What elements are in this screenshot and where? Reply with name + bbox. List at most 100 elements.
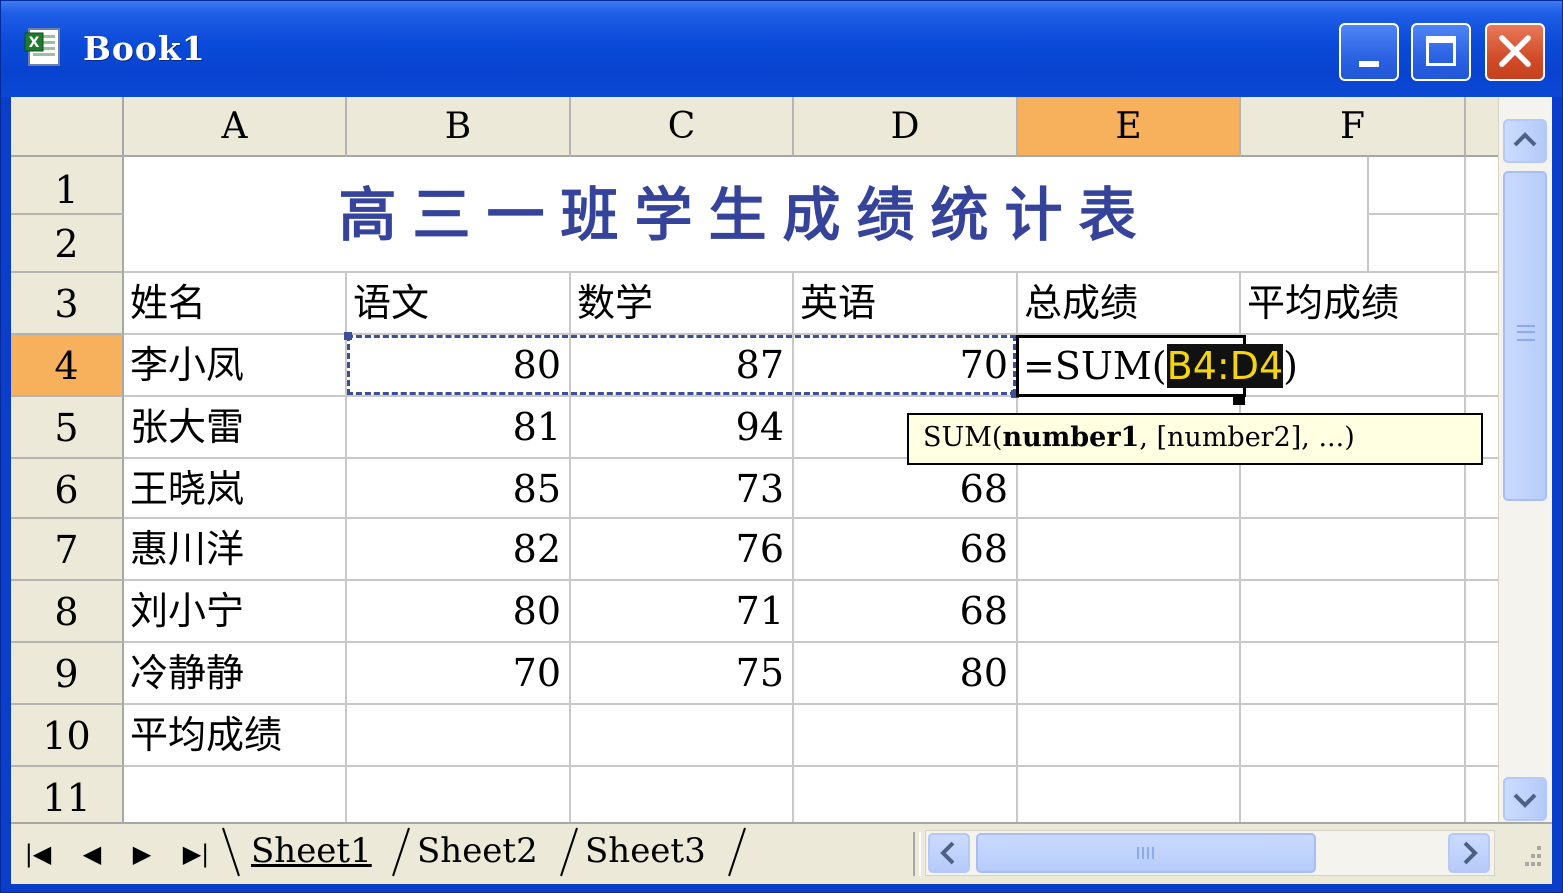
cell-g2[interactable]: [1466, 215, 1498, 273]
row-header-10[interactable]: 10: [11, 705, 124, 767]
cell-g6[interactable]: [1466, 459, 1498, 519]
cell-c3[interactable]: 数学: [571, 273, 794, 335]
cell-g4[interactable]: [1466, 335, 1498, 397]
row-header-2[interactable]: 2: [11, 215, 124, 273]
cell-a9[interactable]: 冷静静: [124, 643, 347, 705]
tab-split-handle[interactable]: [913, 832, 921, 876]
cell-e9[interactable]: [1018, 643, 1241, 705]
cell-c4[interactable]: 87: [571, 335, 794, 397]
column-header-f[interactable]: F: [1241, 97, 1466, 157]
horizontal-scrollbar[interactable]: [925, 830, 1495, 876]
cell-c11[interactable]: [571, 767, 794, 822]
tab-sheet3[interactable]: Sheet3: [585, 826, 706, 876]
cell-c5[interactable]: 94: [571, 397, 794, 459]
cell-a3[interactable]: 姓名: [124, 273, 347, 335]
cell-d8[interactable]: 68: [794, 581, 1018, 643]
cell-b3[interactable]: 语文: [347, 273, 571, 335]
cell-b5[interactable]: 81: [347, 397, 571, 459]
column-header-a[interactable]: A: [124, 97, 347, 157]
cell-f10[interactable]: [1241, 705, 1466, 767]
column-header-b[interactable]: B: [347, 97, 571, 157]
cell-d6[interactable]: 68: [794, 459, 1018, 519]
cell-d10[interactable]: [794, 705, 1018, 767]
cell-b7[interactable]: 82: [347, 519, 571, 581]
row-header-11[interactable]: 11: [11, 767, 124, 822]
column-header-d[interactable]: D: [794, 97, 1018, 157]
select-all-corner[interactable]: [11, 97, 124, 157]
tooltip-current-arg[interactable]: number1: [1002, 422, 1139, 453]
horizontal-scroll-thumb[interactable]: [976, 833, 1316, 873]
cell-f6[interactable]: [1241, 459, 1466, 519]
cell-b10[interactable]: [347, 705, 571, 767]
column-header-g[interactable]: [1466, 97, 1498, 157]
cell-f1[interactable]: [1369, 157, 1466, 215]
last-sheet-icon[interactable]: ▶|: [177, 834, 215, 874]
scroll-up-button[interactable]: [1503, 119, 1547, 163]
row-header-1[interactable]: 1: [11, 157, 124, 215]
row-header-7[interactable]: 7: [11, 519, 124, 581]
vertical-scrollbar[interactable]: [1498, 97, 1552, 822]
row-header-6[interactable]: 6: [11, 459, 124, 519]
cell-e7[interactable]: [1018, 519, 1241, 581]
cell-f8[interactable]: [1241, 581, 1466, 643]
vertical-scroll-thumb[interactable]: [1503, 171, 1547, 501]
cell-d3[interactable]: 英语: [794, 273, 1018, 335]
cell-e11[interactable]: [1018, 767, 1241, 822]
column-header-c[interactable]: C: [571, 97, 794, 157]
cell-e3[interactable]: 总成绩: [1018, 273, 1241, 335]
cell-f3[interactable]: 平均成绩: [1241, 273, 1466, 335]
cell-g11[interactable]: [1466, 767, 1498, 822]
fill-handle[interactable]: [1233, 395, 1245, 405]
title-banner-cell[interactable]: 高三一班学生成绩统计表: [124, 157, 1369, 273]
active-cell-e4-editor[interactable]: =SUM(B4:D4): [1016, 335, 1298, 397]
cell-c6[interactable]: 73: [571, 459, 794, 519]
cell-f7[interactable]: [1241, 519, 1466, 581]
cell-g1[interactable]: [1466, 157, 1498, 215]
next-sheet-icon[interactable]: ▶: [123, 834, 161, 874]
cell-e10[interactable]: [1018, 705, 1241, 767]
first-sheet-icon[interactable]: |◀: [19, 834, 57, 874]
cell-a11[interactable]: [124, 767, 347, 822]
column-header-e[interactable]: E: [1018, 97, 1241, 157]
title-bar[interactable]: X Book1: [1, 1, 1562, 97]
scroll-right-button[interactable]: [1448, 833, 1490, 873]
scroll-down-button[interactable]: [1503, 777, 1547, 821]
maximize-button[interactable]: [1411, 23, 1471, 81]
prev-sheet-icon[interactable]: ◀: [73, 834, 111, 874]
cell-a8[interactable]: 刘小宁: [124, 581, 347, 643]
cell-g10[interactable]: [1466, 705, 1498, 767]
cell-b4[interactable]: 80: [347, 335, 571, 397]
excel-icon[interactable]: X: [23, 27, 63, 67]
cell-c10[interactable]: [571, 705, 794, 767]
row-header-9[interactable]: 9: [11, 643, 124, 705]
row-header-3[interactable]: 3: [11, 273, 124, 335]
cell-a7[interactable]: 惠川洋: [124, 519, 347, 581]
minimize-button[interactable]: [1339, 23, 1399, 81]
tab-sheet1[interactable]: Sheet1: [251, 826, 372, 876]
cell-b8[interactable]: 80: [347, 581, 571, 643]
cell-d7[interactable]: 68: [794, 519, 1018, 581]
tab-sheet2[interactable]: Sheet2: [417, 826, 538, 876]
cell-g9[interactable]: [1466, 643, 1498, 705]
scroll-left-button[interactable]: [928, 833, 970, 873]
cell-b9[interactable]: 70: [347, 643, 571, 705]
cell-f11[interactable]: [1241, 767, 1466, 822]
resize-grip-icon[interactable]: [1511, 838, 1545, 874]
cell-f2[interactable]: [1369, 215, 1466, 273]
close-button[interactable]: [1485, 23, 1545, 81]
cell-g8[interactable]: [1466, 581, 1498, 643]
cell-d11[interactable]: [794, 767, 1018, 822]
cell-d4[interactable]: 70: [794, 335, 1018, 397]
cell-a5[interactable]: 张大雷: [124, 397, 347, 459]
cell-a4[interactable]: 李小凤: [124, 335, 347, 397]
cell-e8[interactable]: [1018, 581, 1241, 643]
cell-d9[interactable]: 80: [794, 643, 1018, 705]
cell-c9[interactable]: 75: [571, 643, 794, 705]
cell-b6[interactable]: 85: [347, 459, 571, 519]
cell-a10[interactable]: 平均成绩: [124, 705, 347, 767]
cell-g3[interactable]: [1466, 273, 1498, 335]
cell-e6[interactable]: [1018, 459, 1241, 519]
row-header-5[interactable]: 5: [11, 397, 124, 459]
worksheet-grid[interactable]: A B C D E F 1 2 3 4 5 6 7 8 9 10 11 高三一班…: [11, 97, 1498, 822]
cell-c8[interactable]: 71: [571, 581, 794, 643]
